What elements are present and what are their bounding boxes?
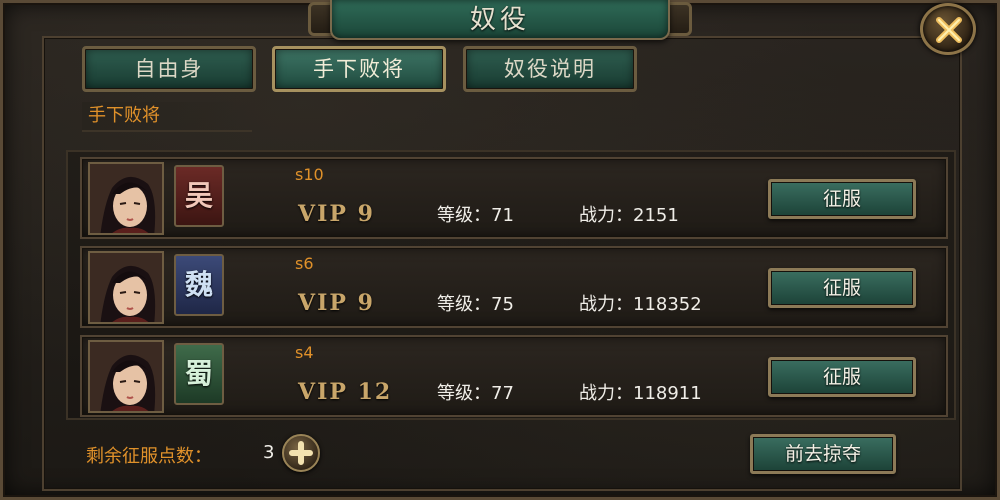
remaining-points-label: 剩余征服点数：	[86, 446, 212, 467]
list-item: 魏 s6 VIP 9 等级：75 战力：118352 征服	[80, 246, 948, 328]
player-level: 等级：77	[437, 383, 514, 404]
conquer-button[interactable]: 征服	[768, 357, 916, 397]
list-item: 蜀 s4 VIP 12 等级：77 战力：118911 征服	[80, 335, 948, 417]
portrait-avatar	[88, 340, 164, 413]
server-label: s6	[295, 254, 314, 273]
vip-level: VIP 12	[298, 379, 393, 405]
go-plunder-button[interactable]: 前去掠夺	[750, 434, 896, 474]
window-title: 奴役	[469, 5, 530, 35]
player-level: 等级：75	[437, 294, 514, 315]
player-level: 等级：71	[437, 205, 514, 226]
combat-power: 战力：118911	[579, 383, 702, 404]
conquer-button[interactable]: 征服	[768, 268, 916, 308]
faction-badge: 蜀	[174, 343, 224, 405]
add-points-button[interactable]	[282, 434, 320, 472]
close-x-icon	[936, 17, 962, 43]
server-label: s10	[295, 165, 324, 184]
vip-level: VIP 9	[298, 290, 375, 316]
tab-free[interactable]: 自由身	[82, 46, 256, 92]
portrait-avatar	[88, 251, 164, 324]
server-label: s4	[295, 343, 314, 362]
combat-power: 战力：118352	[579, 294, 702, 315]
tab-defeated[interactable]: 手下败将	[272, 46, 446, 92]
conquer-button[interactable]: 征服	[768, 179, 916, 219]
section-label: 手下败将	[82, 102, 252, 132]
faction-badge: 吴	[174, 165, 224, 227]
vip-level: VIP 9	[298, 201, 375, 227]
close-button[interactable]	[920, 3, 976, 55]
combat-power: 战力：2151	[579, 205, 679, 226]
remaining-points-count: 3	[263, 442, 275, 463]
portrait-avatar	[88, 162, 164, 235]
plus-icon	[289, 441, 313, 465]
list-item: 吴 s10 VIP 9 等级：71 战力：2151 征服	[80, 157, 948, 239]
tab-instructions[interactable]: 奴役说明	[463, 46, 637, 92]
faction-badge: 魏	[174, 254, 224, 316]
